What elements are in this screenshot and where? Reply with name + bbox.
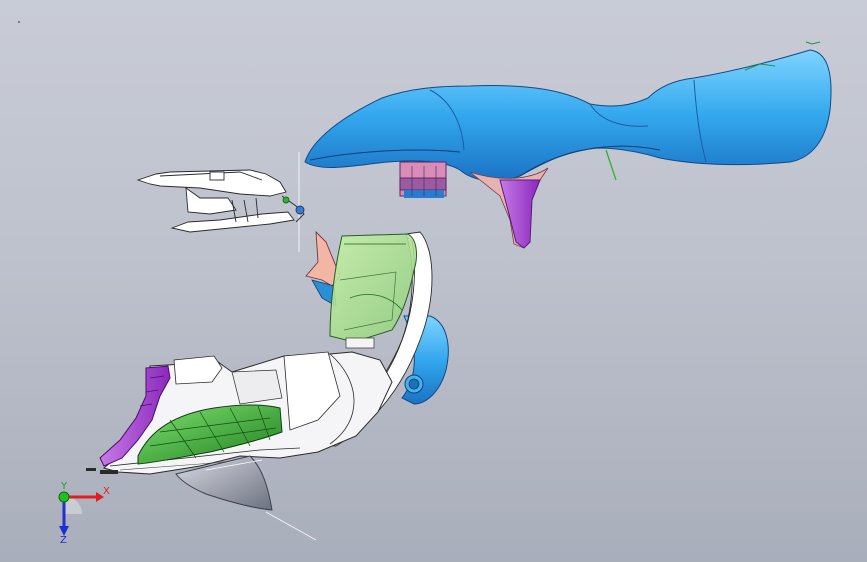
green-transparent-tray-shape <box>329 233 417 343</box>
cad-viewport[interactable]: X Y Z <box>0 0 867 562</box>
purple-stand-shape <box>499 179 541 249</box>
purple-stand[interactable] <box>469 167 549 249</box>
base-clip-shape <box>100 470 118 474</box>
blue-upper-housing-shape <box>605 149 617 181</box>
y-axis-label: Y <box>60 481 68 492</box>
white-arm-linkage-shape <box>282 196 290 204</box>
connector-block[interactable] <box>399 161 447 198</box>
lower-white-base-shape <box>231 369 283 405</box>
white-arm-linkage-shape <box>209 171 225 181</box>
blue-upper-housing-shape <box>304 49 832 182</box>
x-axis-label: X <box>103 486 110 497</box>
orientation-triad[interactable]: X Y Z <box>44 480 114 544</box>
blue-curved-guard-shape <box>408 378 420 390</box>
reference-axis-line <box>265 511 317 541</box>
white-arm-linkage-shape <box>170 211 295 233</box>
base-clip-shape <box>86 468 96 471</box>
z-axis-label: Z <box>60 535 67 544</box>
white-arm-linkage-shape <box>295 205 305 215</box>
connector-block-shape <box>399 177 447 191</box>
blue-upper-housing-shape <box>805 41 821 45</box>
y-axis-dot <box>58 491 70 503</box>
green-transparent-tray-shape <box>345 337 375 349</box>
cad-model-scene[interactable] <box>0 0 867 562</box>
green-transparent-tray[interactable] <box>329 233 417 349</box>
blue-upper-housing[interactable] <box>304 41 832 182</box>
white-arm-linkage[interactable] <box>136 169 305 233</box>
